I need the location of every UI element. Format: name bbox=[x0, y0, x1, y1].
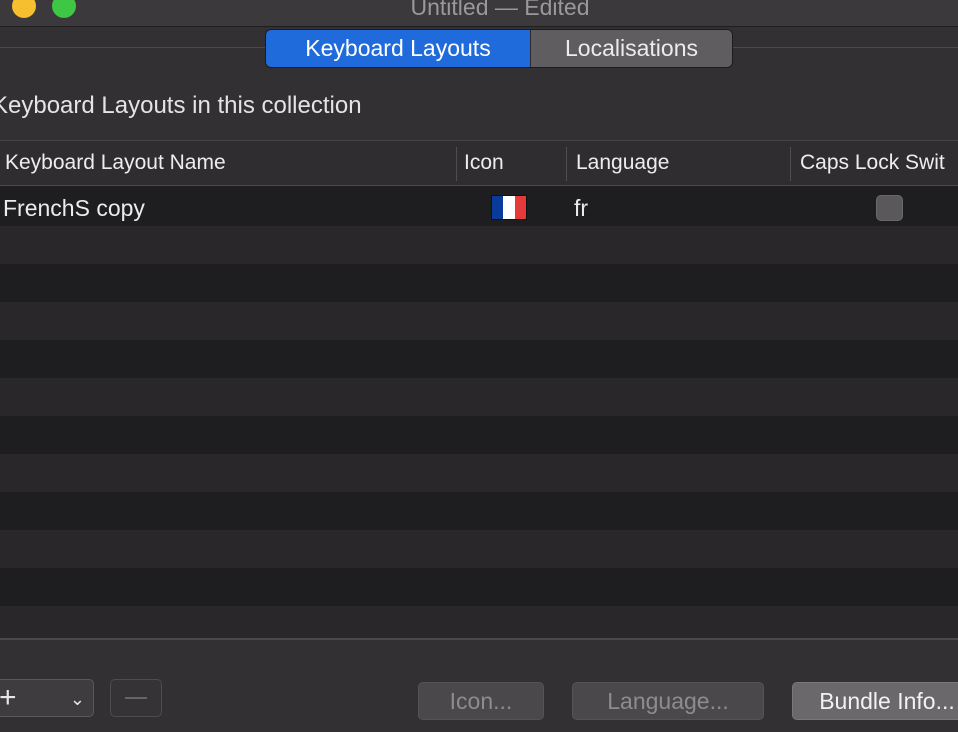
plus-icon: + bbox=[0, 681, 17, 714]
language-button[interactable]: Language... bbox=[572, 682, 764, 720]
column-header-language[interactable]: Language bbox=[576, 141, 669, 185]
table-row[interactable]: FrenchS copy fr bbox=[0, 188, 958, 226]
icon-button[interactable]: Icon... bbox=[418, 682, 544, 720]
table-header: Keyboard Layout Name Icon Language Caps … bbox=[0, 140, 958, 186]
bundle-info-button[interactable]: Bundle Info... bbox=[792, 682, 958, 720]
flag-stripe bbox=[514, 196, 526, 219]
language-cell: fr bbox=[574, 195, 589, 221]
empty-row bbox=[0, 492, 958, 530]
empty-row bbox=[0, 416, 958, 454]
remove-layout-button[interactable] bbox=[110, 679, 162, 717]
caps-lock-switch-checkbox[interactable] bbox=[876, 195, 903, 221]
empty-row bbox=[0, 568, 958, 606]
empty-row bbox=[0, 606, 958, 638]
empty-row bbox=[0, 264, 958, 302]
window-title: Untitled — Edited bbox=[410, 0, 590, 20]
section-title: Keyboard Layouts in this collection bbox=[0, 92, 362, 119]
empty-row bbox=[0, 454, 958, 492]
column-header-caps-lock[interactable]: Caps Lock Swit bbox=[800, 141, 945, 185]
french-flag-icon bbox=[492, 196, 526, 219]
column-separator bbox=[790, 147, 791, 181]
view-segmented-control: Keyboard Layouts Localisations bbox=[265, 29, 733, 68]
column-separator bbox=[456, 147, 457, 181]
chevron-down-icon: ⌄ bbox=[69, 689, 85, 709]
layout-name-cell: FrenchS copy bbox=[3, 195, 145, 221]
flag-stripe bbox=[503, 196, 515, 219]
column-header-name[interactable]: Keyboard Layout Name bbox=[5, 141, 226, 185]
empty-row bbox=[0, 340, 958, 378]
empty-row bbox=[0, 530, 958, 568]
column-separator bbox=[566, 147, 567, 181]
minus-icon bbox=[125, 697, 147, 699]
column-header-icon[interactable]: Icon bbox=[464, 141, 504, 185]
empty-row bbox=[0, 226, 958, 264]
add-layout-menu-button[interactable]: + ⌄ bbox=[0, 679, 94, 717]
keyboard-layouts-table: Keyboard Layout Name Icon Language Caps … bbox=[0, 140, 958, 638]
flag-stripe bbox=[492, 196, 504, 219]
empty-row bbox=[0, 302, 958, 340]
title-bar: Untitled — Edited bbox=[0, 0, 958, 27]
tab-keyboard-layouts[interactable]: Keyboard Layouts bbox=[266, 30, 530, 67]
empty-row bbox=[0, 378, 958, 416]
tab-localisations[interactable]: Localisations bbox=[530, 30, 732, 67]
table-bottom-divider bbox=[0, 638, 958, 640]
